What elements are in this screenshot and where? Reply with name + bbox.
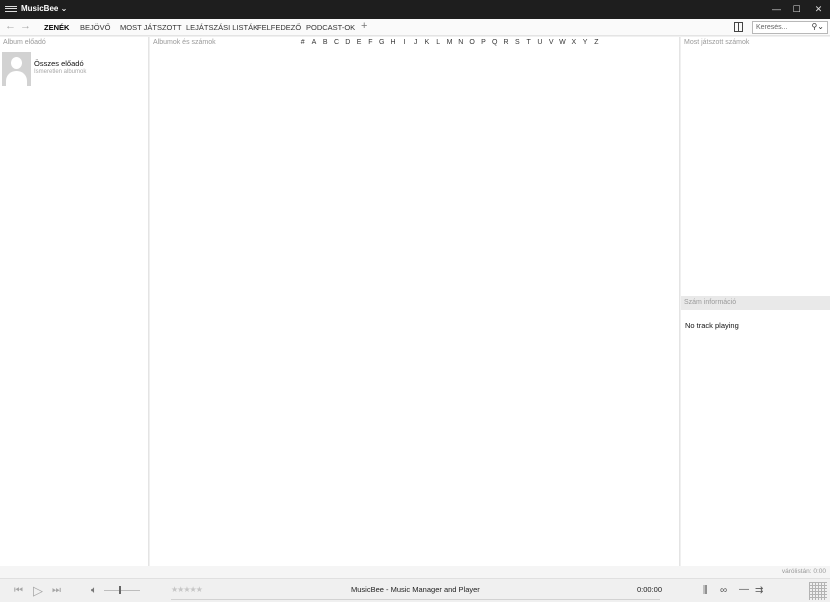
nav-bar: ← → ZENÉK BEJÖVŐ MOST JÁTSZOTT LEJÁTSZÁS… [0, 19, 830, 36]
status-bar: várólistán: 0:00 [0, 566, 830, 578]
alphabet-index: # A B C D E F G H I J K L M N O P Q R S T U V W X Y Z [297, 39, 602, 46]
alphabet-letter[interactable]: L [433, 39, 444, 46]
alphabet-letter[interactable]: X [568, 39, 579, 46]
volume-slider-handle[interactable] [119, 586, 121, 594]
alphabet-letter[interactable]: V [546, 39, 557, 46]
alphabet-letter[interactable]: P [478, 39, 489, 46]
alphabet-letter[interactable]: H [387, 39, 398, 46]
volume-slider[interactable] [104, 590, 140, 591]
albums-tracks-panel: Albumok és számok # A B C D E F G H I J K L M N O P Q R S T U… [150, 37, 680, 566]
title-bar: MusicBee ⌄ — ☐ ✕ [0, 0, 830, 19]
now-playing-title: MusicBee - Music Manager and Player [351, 585, 480, 594]
play-icon[interactable]: ▷ [33, 584, 43, 597]
alphabet-letter[interactable]: C [331, 39, 342, 46]
alphabet-letter[interactable]: R [500, 39, 511, 46]
maximize-icon[interactable]: ☐ [788, 1, 805, 18]
alphabet-letter[interactable]: Y [579, 39, 590, 46]
grid-icon[interactable] [809, 582, 827, 600]
search-input[interactable] [753, 22, 808, 33]
artist-name: Összes előadó [34, 59, 84, 68]
scrobble-icon[interactable]: ∞ [720, 586, 727, 596]
back-arrow-icon[interactable]: ← [5, 20, 16, 32]
alphabet-letter[interactable]: W [557, 39, 568, 46]
hamburger-icon[interactable] [5, 3, 17, 15]
tab-podcast-ok[interactable]: PODCAST-OK [306, 23, 355, 32]
stop-after-icon[interactable]: — [739, 585, 749, 595]
previous-track-icon[interactable]: ⏮ [14, 586, 23, 596]
alphabet-letter[interactable]: I [399, 39, 410, 46]
alphabet-letter[interactable]: A [308, 39, 319, 46]
now-playing-panel: Most játszott számok Szám információ No … [681, 37, 830, 566]
alphabet-letter[interactable]: J [410, 39, 421, 46]
alphabet-letter[interactable]: B [320, 39, 331, 46]
recently-played-header: Most játszott számok [684, 39, 750, 46]
shuffle-icon[interactable]: ⇉ [755, 586, 763, 596]
alphabet-letter[interactable]: E [353, 39, 364, 46]
alphabet-letter[interactable]: Z [591, 39, 602, 46]
alphabet-letter[interactable]: # [297, 39, 308, 46]
no-track-message: No track playing [685, 321, 739, 330]
tab-most-jatszott[interactable]: MOST JÁTSZOTT [120, 23, 182, 32]
artist-list-item[interactable]: Összes előadó Ismeretlen albumok [2, 52, 148, 88]
equalizer-icon[interactable]: ⫼ [703, 586, 708, 596]
tab-felfedezo[interactable]: FELFEDEZŐ [257, 23, 301, 32]
tab-bejovo[interactable]: BEJÖVŐ [80, 23, 110, 32]
artist-subtitle: Ismeretlen albumok [34, 69, 87, 75]
search-icon[interactable]: ⚲⌄ [811, 22, 824, 31]
alphabet-letter[interactable]: F [365, 39, 376, 46]
alphabet-letter[interactable]: Q [489, 39, 500, 46]
search-box[interactable]: ⚲⌄ [752, 21, 828, 34]
progress-bar[interactable] [171, 599, 660, 600]
album-artist-header: Album előadó [3, 39, 46, 46]
alphabet-letter[interactable]: K [421, 39, 432, 46]
alphabet-letter[interactable]: T [523, 39, 534, 46]
alphabet-letter[interactable]: S [512, 39, 523, 46]
next-track-icon[interactable]: ⏭ [52, 586, 61, 596]
add-tab-button[interactable]: + [361, 20, 367, 32]
alphabet-letter[interactable]: M [444, 39, 455, 46]
close-icon[interactable]: ✕ [810, 1, 827, 18]
alphabet-letter[interactable]: N [455, 39, 466, 46]
track-info-header: Szám információ [681, 296, 830, 310]
player-bar: ⏮ ▷ ⏭ 🔈︎ ★★★★★ MusicBee - Music Manager … [0, 578, 830, 602]
alphabet-letter[interactable]: G [376, 39, 387, 46]
alphabet-letter[interactable]: U [534, 39, 545, 46]
layout-panel-icon[interactable] [734, 22, 743, 32]
queue-status: várólistán: 0:00 [781, 568, 826, 575]
app-title-menu[interactable]: MusicBee ⌄ [21, 4, 67, 13]
alphabet-letter[interactable]: D [342, 39, 353, 46]
forward-arrow-icon[interactable]: → [20, 20, 31, 32]
tab-zenek[interactable]: ZENÉK [44, 23, 69, 32]
playback-time: 0:00:00 [637, 585, 663, 594]
alphabet-letter[interactable]: O [466, 39, 477, 46]
minimize-icon[interactable]: — [768, 1, 785, 18]
album-artist-panel: Album előadó Összes előadó Ismeretlen al… [0, 37, 149, 566]
speaker-icon[interactable]: 🔈︎ [91, 586, 97, 596]
rating-stars[interactable]: ★★★★★ [171, 585, 203, 594]
tab-lejatszasi-listak[interactable]: LEJÁTSZÁSI LISTÁK [186, 23, 258, 32]
artist-avatar-icon [2, 52, 31, 86]
